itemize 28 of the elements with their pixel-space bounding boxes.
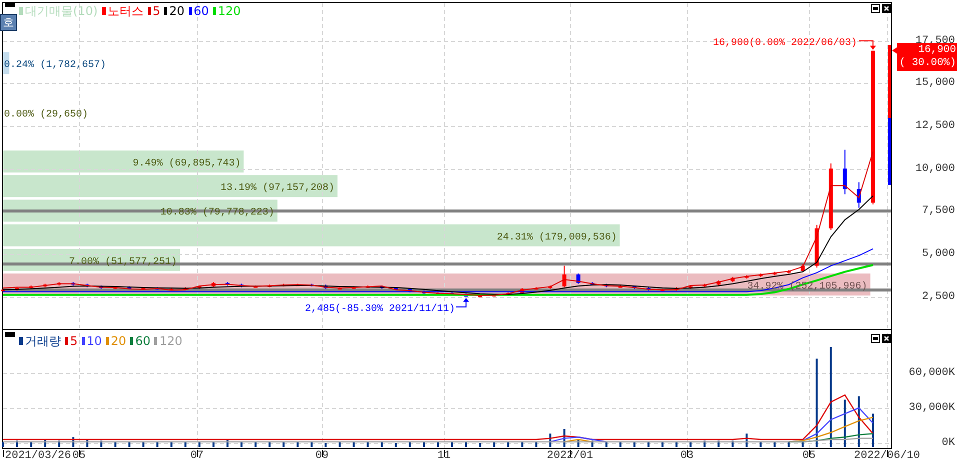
date-label: 05 [72, 450, 86, 463]
volume-profile-label: 0.00% (29,650) [4, 109, 88, 120]
axis-label: 7,500 [922, 204, 955, 218]
axis-label: 15,000 [915, 76, 955, 90]
volume-profile-label: 10.83% (79,778,223) [160, 208, 274, 219]
axis-label: 0K [942, 436, 955, 450]
date-label: 03 [680, 450, 694, 463]
volume-profile-label: 0.24% (1,782,657) [4, 60, 106, 72]
axis-label: 12,500 [915, 118, 955, 133]
axis-label: 10,000 [915, 162, 955, 176]
axis-label: 30,000K [908, 400, 955, 415]
date-label: 09 [315, 450, 329, 463]
volume-profile-label: 9.49% (69,895,743) [132, 158, 241, 170]
axis-label: 60,000K [908, 366, 955, 380]
date-label: 05 [802, 450, 816, 463]
volume-profile-label: 24.31% (179,009,536) [496, 232, 617, 244]
low-price-annotation: 2,485(-85.30% 2021/11/11) [304, 304, 455, 315]
date-label: 2022/06/10 [854, 450, 920, 463]
volume-profile-label: 13.19% (97,157,208) [220, 183, 335, 194]
date-label: 2021/03/26 [5, 450, 72, 463]
high-price-annotation: 16,900(0.00% 2022/06/03) [712, 38, 857, 49]
price-change: ( 30.00%) [899, 57, 956, 70]
axis-label: 5,000 [922, 246, 955, 261]
date-label: 07 [190, 450, 204, 463]
date-label: 11 [437, 450, 451, 463]
axis-label: 2,500 [922, 290, 955, 304]
date-label: 2022/01 [546, 450, 594, 463]
current-price: 16,900 [918, 44, 956, 57]
